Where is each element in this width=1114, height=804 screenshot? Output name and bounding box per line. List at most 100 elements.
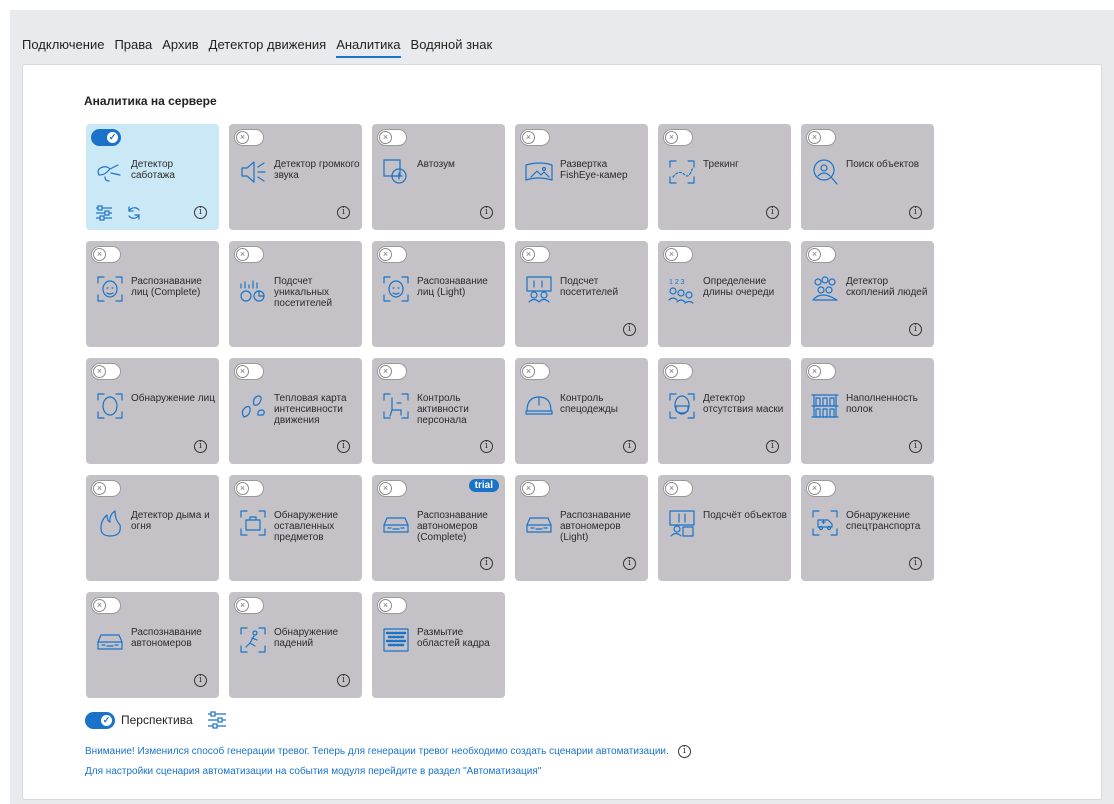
heatmap-icon xyxy=(238,391,268,421)
tab-3[interactable]: Детектор движения xyxy=(209,28,327,58)
module-toggle[interactable]: × xyxy=(234,363,264,380)
info-icon[interactable]: i xyxy=(480,206,493,219)
info-icon[interactable]: i xyxy=(909,323,922,336)
module-toggle[interactable]: × xyxy=(520,246,550,263)
staff-activity-icon xyxy=(381,391,411,421)
info-icon[interactable]: i xyxy=(677,745,691,758)
info-icon[interactable]: i xyxy=(766,206,779,219)
module-card[interactable]: × 1 2 3 Определение длины очереди xyxy=(658,241,791,347)
info-icon[interactable]: i xyxy=(194,206,207,219)
info-icon[interactable]: i xyxy=(194,440,207,453)
settings-sliders-icon[interactable] xyxy=(95,205,113,221)
module-card[interactable]: × Детектор дыма и огня xyxy=(86,475,219,581)
module-card[interactable]: × Обнаружение лиц i xyxy=(86,358,219,464)
visitor-count-icon xyxy=(524,274,554,304)
module-card[interactable]: × Обнаружение спецтранспорта i xyxy=(801,475,934,581)
info-icon[interactable]: i xyxy=(480,557,493,570)
module-toggle[interactable]: × xyxy=(663,363,693,380)
module-card[interactable]: × Обнаружение падений i xyxy=(229,592,362,698)
module-toggle[interactable]: × xyxy=(377,480,407,497)
module-card[interactable]: × Подсчёт объектов xyxy=(658,475,791,581)
module-toggle[interactable]: × xyxy=(234,129,264,146)
module-toggle[interactable]: × xyxy=(234,480,264,497)
info-icon[interactable]: i xyxy=(909,206,922,219)
module-card[interactable]: × Автозум i xyxy=(372,124,505,230)
module-toggle[interactable]: × xyxy=(377,246,407,263)
unique-visitors-icon xyxy=(238,274,268,304)
module-toggle[interactable]: × xyxy=(234,246,264,263)
module-toggle[interactable]: × xyxy=(91,246,121,263)
module-label: Распознавание автономеров (Complete) xyxy=(417,510,488,543)
tab-4[interactable]: Аналитика xyxy=(336,28,401,58)
abandoned-object-icon xyxy=(238,508,268,538)
module-toggle[interactable]: × xyxy=(806,363,836,380)
autozoom-icon xyxy=(381,157,411,187)
info-icon[interactable]: i xyxy=(337,440,350,453)
info-icon[interactable]: i xyxy=(623,440,636,453)
module-card[interactable]: × Обнаружение оставленных предметов xyxy=(229,475,362,581)
module-toggle[interactable]: × xyxy=(663,480,693,497)
module-label: Контроль активности персонала xyxy=(417,393,469,426)
module-toggle[interactable]: ✓ xyxy=(91,129,121,146)
module-toggle[interactable]: × xyxy=(234,597,264,614)
module-card[interactable]: × Поиск объектов i xyxy=(801,124,934,230)
info-icon[interactable]: i xyxy=(480,440,493,453)
module-card[interactable]: × Наполненность полок i xyxy=(801,358,934,464)
module-card[interactable]: × Распознавание автономеров (Light) i xyxy=(515,475,648,581)
module-toggle[interactable]: × xyxy=(91,597,121,614)
module-card[interactable]: × Детектор скоплений людей i xyxy=(801,241,934,347)
module-card[interactable]: × Детектор громкого звука i xyxy=(229,124,362,230)
module-toggle[interactable]: × xyxy=(663,246,693,263)
module-toggle[interactable]: × xyxy=(520,480,550,497)
settings-sliders-icon[interactable] xyxy=(207,711,227,729)
info-icon[interactable]: i xyxy=(909,440,922,453)
module-toggle[interactable]: × xyxy=(806,129,836,146)
module-card[interactable]: × Тепловая карта интенсивности движения i xyxy=(229,358,362,464)
module-card[interactable]: × Подсчет посетителей i xyxy=(515,241,648,347)
module-toggle[interactable]: × xyxy=(377,363,407,380)
module-card[interactable]: × Развертка FishEye-камер xyxy=(515,124,648,230)
module-card[interactable]: × Размытие областей кадра xyxy=(372,592,505,698)
x-icon: × xyxy=(93,482,106,495)
info-icon[interactable]: i xyxy=(909,557,922,570)
module-card[interactable]: × Распознавание автономеров (Complete) tri… xyxy=(372,475,505,581)
tab-0[interactable]: Подключение xyxy=(22,28,104,58)
x-icon: × xyxy=(808,365,821,378)
info-icon[interactable]: i xyxy=(337,674,350,687)
module-card[interactable]: × Трекинг i xyxy=(658,124,791,230)
info-icon[interactable]: i xyxy=(766,440,779,453)
x-icon: × xyxy=(379,365,392,378)
x-icon: × xyxy=(665,365,678,378)
info-icon[interactable]: i xyxy=(623,557,636,570)
module-label: Детектор громкого звука xyxy=(274,159,360,181)
module-toggle[interactable]: × xyxy=(663,129,693,146)
module-toggle[interactable]: × xyxy=(520,129,550,146)
mask-icon xyxy=(667,391,697,421)
info-icon[interactable]: i xyxy=(194,674,207,687)
module-card[interactable]: × Подсчет уникальных посетителей xyxy=(229,241,362,347)
module-toggle[interactable]: × xyxy=(806,246,836,263)
x-icon: × xyxy=(808,248,821,261)
module-card[interactable]: × Распознавание автономеров i xyxy=(86,592,219,698)
object-search-icon xyxy=(810,157,840,187)
module-card[interactable]: ✓ Детектор саботажа i xyxy=(86,124,219,230)
module-toggle[interactable]: × xyxy=(377,129,407,146)
module-card[interactable]: × Распознавание лиц (Complete) xyxy=(86,241,219,347)
automation-link[interactable]: Для настройки сценария автоматизации на … xyxy=(85,766,541,777)
module-toggle[interactable]: × xyxy=(91,480,121,497)
tab-5[interactable]: Водяной знак xyxy=(411,28,493,58)
module-toggle[interactable]: × xyxy=(806,480,836,497)
tab-2[interactable]: Архив xyxy=(162,28,198,58)
tab-1[interactable]: Права xyxy=(114,28,152,58)
module-toggle[interactable]: × xyxy=(520,363,550,380)
perspective-toggle[interactable]: ✓ xyxy=(85,711,115,729)
info-icon[interactable]: i xyxy=(623,323,636,336)
module-toggle[interactable]: × xyxy=(91,363,121,380)
info-icon[interactable]: i xyxy=(337,206,350,219)
module-card[interactable]: × Контроль активности персонала i xyxy=(372,358,505,464)
module-card[interactable]: × Детектор отсутствия маски i xyxy=(658,358,791,464)
module-card[interactable]: × Контроль спецодежды i xyxy=(515,358,648,464)
refresh-icon[interactable] xyxy=(125,205,143,221)
module-toggle[interactable]: × xyxy=(377,597,407,614)
module-card[interactable]: × Распознавание лиц (Light) xyxy=(372,241,505,347)
